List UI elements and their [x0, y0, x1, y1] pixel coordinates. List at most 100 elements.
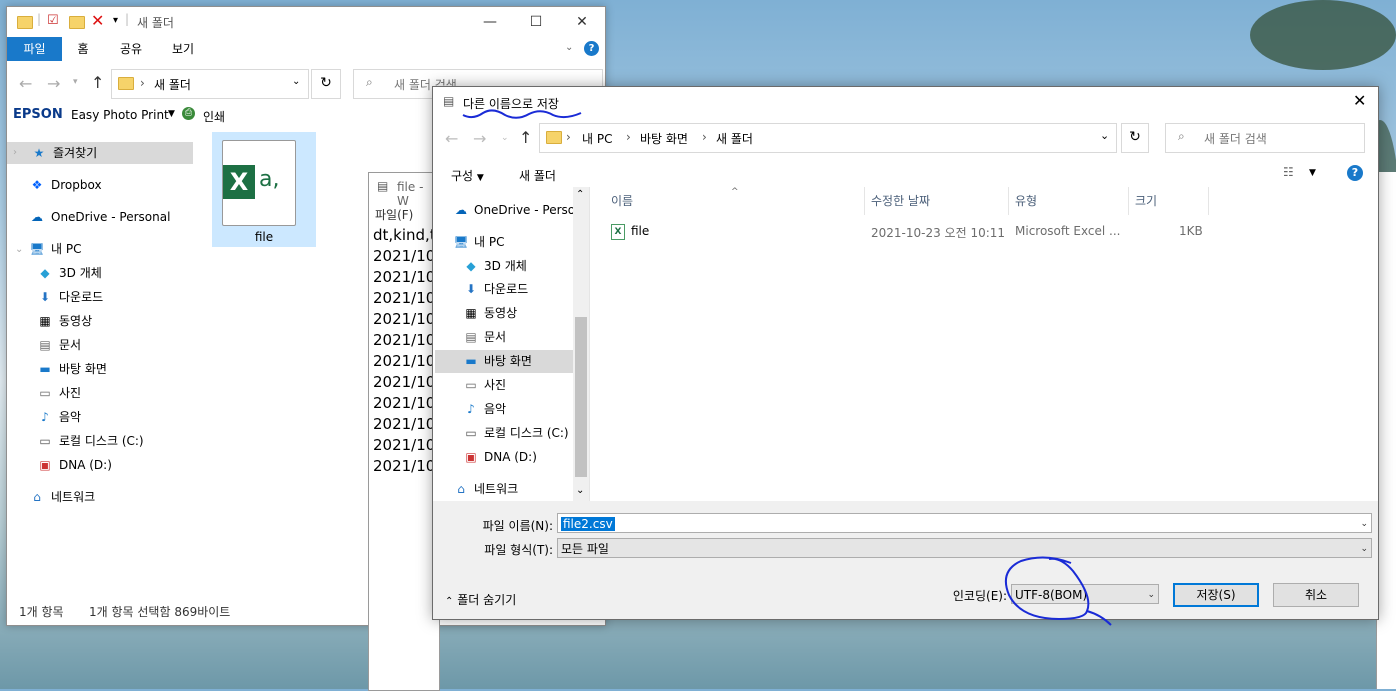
nav-this-pc[interactable]: 🖥 내 PC: [29, 238, 81, 260]
nav-music[interactable]: ♪ 음악: [463, 398, 506, 421]
forward-arrow-icon[interactable]: →: [473, 129, 486, 148]
nav-documents[interactable]: ▤ 문서: [463, 326, 506, 349]
nav-3d-objects[interactable]: ◆ 3D 개체: [37, 262, 101, 284]
nav-scrollbar[interactable]: ⌃ ⌄: [573, 187, 589, 501]
ribbon-tabs: 파일 홈 공유 보기 ⌄ ?: [7, 37, 605, 61]
nav-onedrive[interactable]: ☁ OneDrive - Perso: [453, 199, 575, 222]
nav-3d-objects[interactable]: ◆ 3D 개체: [463, 255, 526, 278]
search-icon: ⌕: [366, 75, 373, 89]
save-button[interactable]: 저장(S): [1173, 583, 1259, 607]
view-dropdown-icon[interactable]: ▼: [1309, 168, 1316, 178]
minimize-button[interactable]: —: [467, 7, 513, 37]
maximize-button[interactable]: ☐: [513, 7, 559, 37]
nav-dna-drive[interactable]: ▣ DNA (D:): [463, 446, 537, 469]
new-folder-icon[interactable]: [69, 15, 85, 29]
hide-folders-toggle[interactable]: ⌃ 폴더 숨기기: [445, 591, 516, 608]
recent-dropdown-icon[interactable]: ▾: [73, 77, 78, 87]
forward-arrow-icon[interactable]: →: [47, 74, 60, 93]
up-arrow-icon[interactable]: ↑: [519, 128, 532, 147]
column-modified[interactable]: 수정한 날짜: [865, 187, 1009, 215]
chevron-down-icon[interactable]: ⌄: [15, 244, 23, 255]
search-box[interactable]: ⌕ 새 폴더 검색: [1165, 123, 1365, 153]
file-item-selected[interactable]: X a, file: [212, 132, 316, 247]
recent-dropdown-icon[interactable]: ⌄: [501, 133, 509, 143]
refresh-button[interactable]: ↻: [1121, 123, 1149, 153]
tab-file[interactable]: 파일: [7, 37, 62, 61]
tab-view[interactable]: 보기: [163, 37, 203, 61]
help-icon[interactable]: ?: [584, 41, 599, 56]
print-button[interactable]: 인쇄: [203, 108, 225, 125]
chevron-down-icon[interactable]: ⌄: [292, 76, 300, 87]
epson-app-button[interactable]: Easy Photo Print: [71, 108, 169, 122]
view-options-icon[interactable]: ☷: [1283, 165, 1294, 179]
column-size[interactable]: 크기: [1129, 187, 1209, 215]
nav-dna-drive[interactable]: ▣ DNA (D:): [37, 454, 112, 476]
help-icon[interactable]: ?: [1347, 165, 1363, 181]
refresh-button[interactable]: ↻: [311, 69, 341, 99]
nav-favorites[interactable]: › ★ 즐겨찾기: [7, 142, 193, 164]
organize-button[interactable]: 구성 ▼: [451, 167, 484, 184]
pen-underline-annotation: [462, 109, 582, 119]
notepad-text-area[interactable]: dt,kind,t 2021/10 2021/10 2021/10 2021/1…: [369, 223, 439, 690]
nav-this-pc[interactable]: 🖥 내 PC: [453, 231, 504, 254]
nav-music[interactable]: ♪ 음악: [37, 406, 81, 428]
drive-icon: ▣: [465, 450, 477, 464]
chevron-down-icon[interactable]: ⌄: [1100, 129, 1109, 142]
document-icon: ▤: [465, 330, 477, 344]
folder-icon: [17, 15, 33, 29]
nav-onedrive[interactable]: ☁ OneDrive - Personal: [29, 206, 170, 228]
nav-pictures[interactable]: ▭ 사진: [463, 374, 506, 397]
breadcrumb-desktop[interactable]: 바탕 화면: [640, 130, 688, 147]
drive-icon: ▣: [39, 458, 51, 472]
desktop-icon: ▬: [465, 354, 477, 368]
close-button[interactable]: ✕: [559, 7, 605, 37]
nav-downloads[interactable]: ⬇ 다운로드: [463, 278, 528, 301]
nav-pictures[interactable]: ▭ 사진: [37, 382, 81, 404]
nav-local-disk[interactable]: ▭ 로컬 디스크 (C:): [463, 422, 568, 445]
address-bar[interactable]: › 내 PC › 바탕 화면 › 새 폴더 ⌄: [539, 123, 1117, 153]
navigation-pane: › ★ 즐겨찾기 ❖ Dropbox ☁ OneDrive - Personal ⌄ 🖥…: [7, 141, 197, 601]
nav-documents[interactable]: ▤ 문서: [37, 334, 81, 356]
back-arrow-icon[interactable]: ←: [19, 74, 32, 93]
nav-videos[interactable]: ▦ 동영상: [37, 310, 92, 332]
qat-dropdown-icon[interactable]: ▾: [113, 15, 118, 26]
column-type[interactable]: 유형: [1009, 187, 1129, 215]
nav-local-disk[interactable]: ▭ 로컬 디스크 (C:): [37, 430, 143, 452]
dropdown-icon[interactable]: ▼: [168, 109, 175, 119]
notepad-menu-file[interactable]: 파일(F): [375, 206, 413, 223]
breadcrumb-new-folder[interactable]: 새 폴더: [716, 130, 753, 147]
file-row[interactable]: X file 2021-10-23 오전 10:11 Microsoft Exc…: [605, 217, 1375, 243]
filetype-select[interactable]: 모든 파일 ⌄: [557, 538, 1372, 558]
nav-network[interactable]: ⌂ 네트워크: [453, 478, 518, 501]
filename-input[interactable]: file2.csv ⌄: [557, 513, 1372, 533]
cancel-button[interactable]: 취소: [1273, 583, 1359, 607]
scroll-down-icon[interactable]: ⌄: [576, 485, 584, 496]
nav-dropbox[interactable]: ❖ Dropbox: [29, 174, 102, 196]
chevron-down-icon[interactable]: ⌄: [1147, 585, 1155, 605]
ribbon-collapse-icon[interactable]: ⌄: [565, 42, 573, 53]
column-name[interactable]: 이름: [605, 187, 865, 215]
pen-circle-annotation: [1005, 556, 1112, 626]
up-arrow-icon[interactable]: ↑: [91, 73, 104, 92]
nav-desktop[interactable]: ▬ 바탕 화면: [37, 358, 107, 380]
chevron-down-icon[interactable]: ⌄: [1360, 539, 1368, 559]
nav-downloads[interactable]: ⬇ 다운로드: [37, 286, 103, 308]
properties-icon[interactable]: ☑: [47, 13, 59, 28]
scrollbar-thumb[interactable]: [575, 317, 587, 477]
text-line: 2021/10: [373, 331, 436, 349]
nav-network[interactable]: ⌂ 네트워크: [29, 486, 95, 508]
status-count: 1개 항목: [19, 605, 64, 619]
tab-home[interactable]: 홈: [67, 37, 99, 61]
cube-icon: ◆: [40, 266, 50, 280]
breadcrumb-this-pc[interactable]: 내 PC: [582, 130, 612, 147]
new-folder-button[interactable]: 새 폴더: [519, 167, 556, 184]
scroll-up-icon[interactable]: ⌃: [576, 189, 584, 200]
nav-videos[interactable]: ▦ 동영상: [463, 302, 517, 325]
back-arrow-icon[interactable]: ←: [445, 129, 458, 148]
close-button[interactable]: ✕: [1353, 91, 1366, 110]
chevron-down-icon[interactable]: ⌄: [1360, 514, 1368, 534]
nav-desktop-selected[interactable]: ▬ 바탕 화면: [435, 350, 573, 373]
tab-share[interactable]: 공유: [111, 37, 151, 61]
address-bar[interactable]: › 새 폴더 ⌄: [111, 69, 309, 99]
delete-icon[interactable]: ✕: [91, 11, 104, 30]
